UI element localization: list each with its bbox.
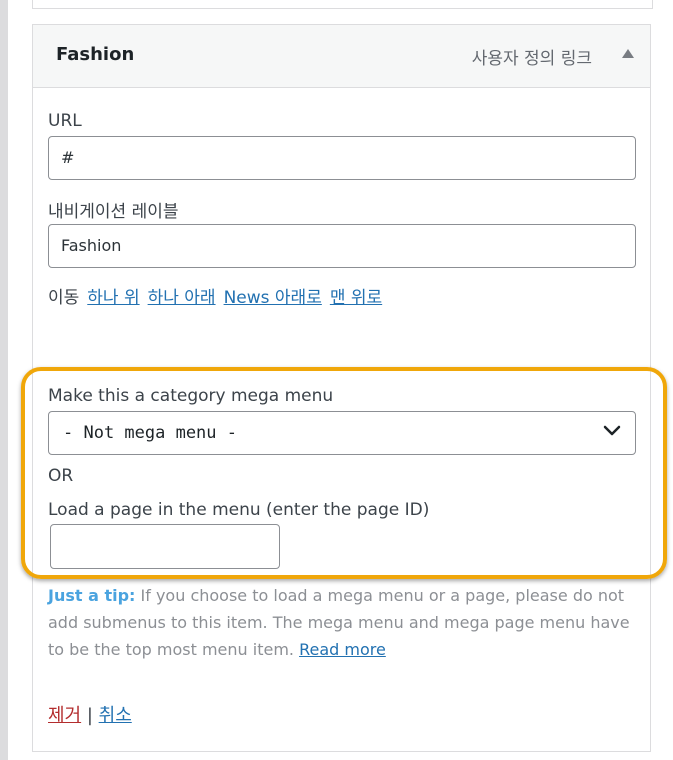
move-label: 이동 bbox=[48, 288, 80, 308]
previous-menu-item bbox=[32, 0, 653, 9]
menu-item-fashion: Fashion 사용자 정의 링크 URL # 내비게이션 레이블 Fashio… bbox=[21, 24, 667, 752]
collapse-arrow-icon[interactable] bbox=[622, 49, 634, 58]
remove-link[interactable]: 제거 bbox=[48, 705, 81, 726]
menu-editor-panel: Fashion 사용자 정의 링크 URL # 내비게이션 레이블 Fashio… bbox=[8, 0, 673, 760]
actions-separator: | bbox=[81, 705, 99, 726]
move-row: 이동 하나 위 하나 아래 News 아래로 맨 위로 bbox=[48, 283, 382, 308]
left-scroll-strip bbox=[0, 0, 8, 760]
mega-menu-label: Make this a category mega menu bbox=[48, 386, 334, 406]
mega-menu-selected-value: - Not mega menu - bbox=[63, 423, 237, 443]
nav-label-label: 내비게이션 레이블 bbox=[48, 202, 179, 222]
menu-item-header[interactable]: Fashion 사용자 정의 링크 bbox=[33, 25, 650, 88]
tip-strong: Just a tip: bbox=[48, 586, 136, 605]
tip-text: Just a tip: If you choose to load a mega… bbox=[48, 582, 638, 663]
nav-label-input[interactable]: Fashion bbox=[48, 224, 636, 268]
move-to-top-link[interactable]: 맨 위로 bbox=[330, 288, 382, 308]
read-more-link[interactable]: Read more bbox=[299, 640, 386, 659]
url-label: URL bbox=[48, 111, 82, 131]
move-under-news-link[interactable]: News 아래로 bbox=[224, 288, 322, 308]
page-id-label: Load a page in the menu (enter the page … bbox=[48, 500, 430, 520]
move-up-link[interactable]: 하나 위 bbox=[87, 288, 139, 308]
page-id-input[interactable] bbox=[50, 524, 280, 569]
item-actions: 제거 | 취소 bbox=[48, 701, 132, 727]
move-down-link[interactable]: 하나 아래 bbox=[148, 288, 216, 308]
mega-menu-select[interactable]: - Not mega menu - bbox=[48, 411, 636, 455]
url-input[interactable]: # bbox=[48, 136, 636, 180]
menu-item-title: Fashion bbox=[56, 44, 135, 65]
chevron-down-icon bbox=[603, 425, 621, 436]
or-text: OR bbox=[48, 466, 74, 486]
menu-item-type: 사용자 정의 링크 bbox=[471, 49, 592, 69]
cancel-link[interactable]: 취소 bbox=[99, 705, 132, 726]
